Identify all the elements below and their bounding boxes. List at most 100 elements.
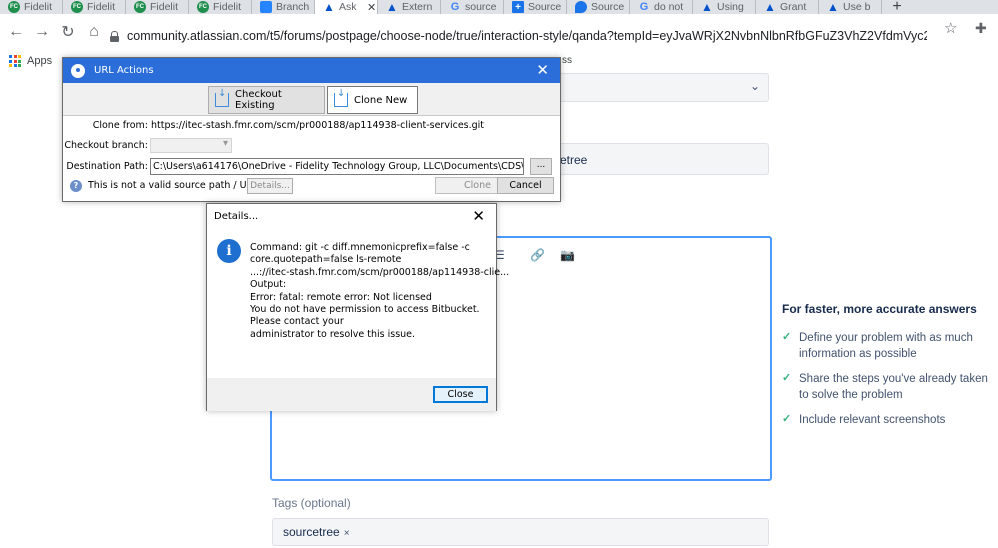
browse-button[interactable]: ... <box>530 158 552 175</box>
home-icon[interactable]: ⌂ <box>81 23 107 41</box>
bitbucket-icon <box>260 1 272 13</box>
tab-strip: FC Fidelit FC Fidelit FC Fidelit FC Fidelit … <box>0 0 998 14</box>
link-icon[interactable]: 🔗 <box>530 248 545 262</box>
bookmark-star-icon[interactable]: ☆ <box>944 19 957 37</box>
checkout-branch-select[interactable] <box>150 138 232 153</box>
tab-fidelity-2[interactable]: FC Fidelit <box>63 0 126 14</box>
info-icon: i <box>217 239 241 263</box>
tab-using[interactable]: ▲ Using <box>693 0 756 14</box>
tips-panel: For faster, more accurate answers ✓ Defin… <box>782 302 992 437</box>
download-tray-icon <box>215 88 229 107</box>
tab-grant[interactable]: ▲ Grant <box>756 0 819 14</box>
tags-input[interactable]: sourcetree × <box>272 518 769 546</box>
atlassian-icon: ▲ <box>764 0 776 14</box>
tab-ask-active[interactable]: ▲ Ask ✕ <box>315 0 378 14</box>
tab-extern[interactable]: ▲ Extern <box>378 0 441 14</box>
clone-panel: Clone from: https://itec-stash.fmr.com/s… <box>63 115 560 201</box>
fc-favicon-icon: FC <box>197 1 209 13</box>
tab-title: source <box>465 1 497 13</box>
tab-title: Source <box>591 1 625 13</box>
tab-title: Ask <box>339 1 357 13</box>
help-icon: ? <box>70 180 82 192</box>
bookmark-fragment[interactable]: ss <box>562 55 572 66</box>
download-tray-icon <box>334 88 348 107</box>
message-line: Please contact your <box>250 316 344 328</box>
tab-title: Fidelit <box>24 1 53 13</box>
atlassian-icon: ▲ <box>701 0 713 14</box>
url-actions-titlebar[interactable]: URL Actions ✕ <box>63 58 560 83</box>
remove-tag-icon[interactable]: × <box>344 528 350 539</box>
tab-title: Use b <box>843 1 871 13</box>
extensions-puzzle-icon[interactable]: ✚ <box>975 20 987 37</box>
tip-text: Define your problem with as much informa… <box>799 332 973 360</box>
destination-path-input[interactable]: C:\Users\a614176\OneDrive - Fidelity Tec… <box>150 158 524 175</box>
checkout-branch-label: Checkout branch: <box>64 140 148 151</box>
tab-do-not[interactable]: Gdo not <box>630 0 693 14</box>
message-line: core.quotepath=false ls-remote <box>250 254 402 266</box>
tab-fidelity-3[interactable]: FC Fidelit <box>126 0 189 14</box>
tab-source-plus[interactable]: + Source <box>504 0 567 14</box>
checkout-existing-button[interactable]: Checkout Existing <box>208 86 325 114</box>
url-text[interactable]: community.atlassian.com/t5/forums/postpa… <box>127 29 927 43</box>
reload-icon[interactable]: ↻ <box>55 22 81 42</box>
clone-from-label: Clone from: <box>92 120 148 131</box>
fc-favicon-icon: FC <box>8 1 20 13</box>
camera-icon[interactable]: 📷 <box>560 248 575 262</box>
url-actions-dialog: URL Actions ✕ Checkout Existing Clone Ne… <box>62 57 561 202</box>
google-icon: G <box>639 1 649 13</box>
atlassian-icon: ▲ <box>827 0 839 14</box>
close-button[interactable]: Close <box>433 386 488 403</box>
atlassian-icon: ▲ <box>323 0 335 14</box>
tab-fidelity-4[interactable]: FC Fidelit <box>189 0 252 14</box>
message-line: ...://itec-stash.fmr.com/scm/pr000188/ap… <box>250 266 510 278</box>
checkout-existing-label: Checkout Existing <box>235 89 282 111</box>
product-select[interactable]: ⌄ <box>556 73 769 102</box>
message-line: Error: fatal: remote error: Not licensed <box>250 291 432 303</box>
clone-from-value: https://itec-stash.fmr.com/scm/pr000188/… <box>151 120 485 131</box>
message-line: You do not have permission to access Bit… <box>250 304 480 316</box>
dialog-title: URL Actions <box>94 65 154 76</box>
validation-message: This is not a valid source path / URL <box>88 180 259 191</box>
details-titlebar[interactable]: Details... ✕ <box>207 204 496 229</box>
tip-item: ✓ Include relevant screenshots <box>782 412 992 428</box>
tab-title: do not <box>654 1 684 13</box>
sourcetree-icon <box>71 63 85 78</box>
close-icon[interactable]: ✕ <box>536 61 549 79</box>
address-bar[interactable]: community.atlassian.com/t5/forums/postpa… <box>110 25 965 47</box>
tab-branch[interactable]: Branch <box>252 0 315 14</box>
apps-grid-icon[interactable] <box>9 55 21 67</box>
tab-title: Extern <box>402 1 433 13</box>
destination-label: Destination Path: <box>66 161 148 172</box>
fc-favicon-icon: FC <box>71 1 83 13</box>
tab-fidelity-1[interactable]: FC Fidelit <box>0 0 63 14</box>
forward-arrow-icon[interactable]: → <box>29 23 55 41</box>
back-arrow-icon[interactable]: ← <box>3 23 29 41</box>
tab-title: Fidelit <box>213 1 242 13</box>
question-title-input[interactable]: etree <box>556 143 769 175</box>
cancel-button[interactable]: Cancel <box>497 177 554 194</box>
tab-use-b[interactable]: ▲ Use b <box>819 0 882 14</box>
tab-source-google[interactable]: Gsource <box>441 0 504 14</box>
tab-title: Grant <box>780 1 807 13</box>
tip-text: Share the steps you've already taken to … <box>799 373 988 401</box>
details-dialog: Details... ✕ i Command: git -c diff.mnem… <box>206 203 510 411</box>
clone-new-button[interactable]: Clone New <box>327 86 418 114</box>
tip-item: ✓ Share the steps you've already taken to… <box>782 371 992 403</box>
apps-bookmark[interactable]: Apps <box>27 55 52 67</box>
tab-title: Fidelit <box>87 1 116 13</box>
details-footer: Close <box>207 378 496 411</box>
details-button[interactable]: Details... <box>247 178 293 194</box>
checkmark-icon: ✓ <box>782 372 792 384</box>
tab-source-pin[interactable]: Source <box>567 0 630 14</box>
tab-title: Branch <box>276 1 310 13</box>
checkmark-icon: ✓ <box>782 331 792 343</box>
mode-toggles: Checkout Existing Clone New <box>63 83 560 115</box>
close-icon[interactable]: ✕ <box>472 207 485 225</box>
tab-title: Fidelit <box>150 1 179 13</box>
close-tab-icon[interactable]: ✕ <box>367 1 376 14</box>
message-line: Output: <box>250 279 287 291</box>
plus-favicon-icon: + <box>512 1 524 13</box>
tag-chip: sourcetree <box>283 525 340 539</box>
atlassian-icon: ▲ <box>386 0 398 14</box>
new-tab-button[interactable]: + <box>882 0 912 14</box>
